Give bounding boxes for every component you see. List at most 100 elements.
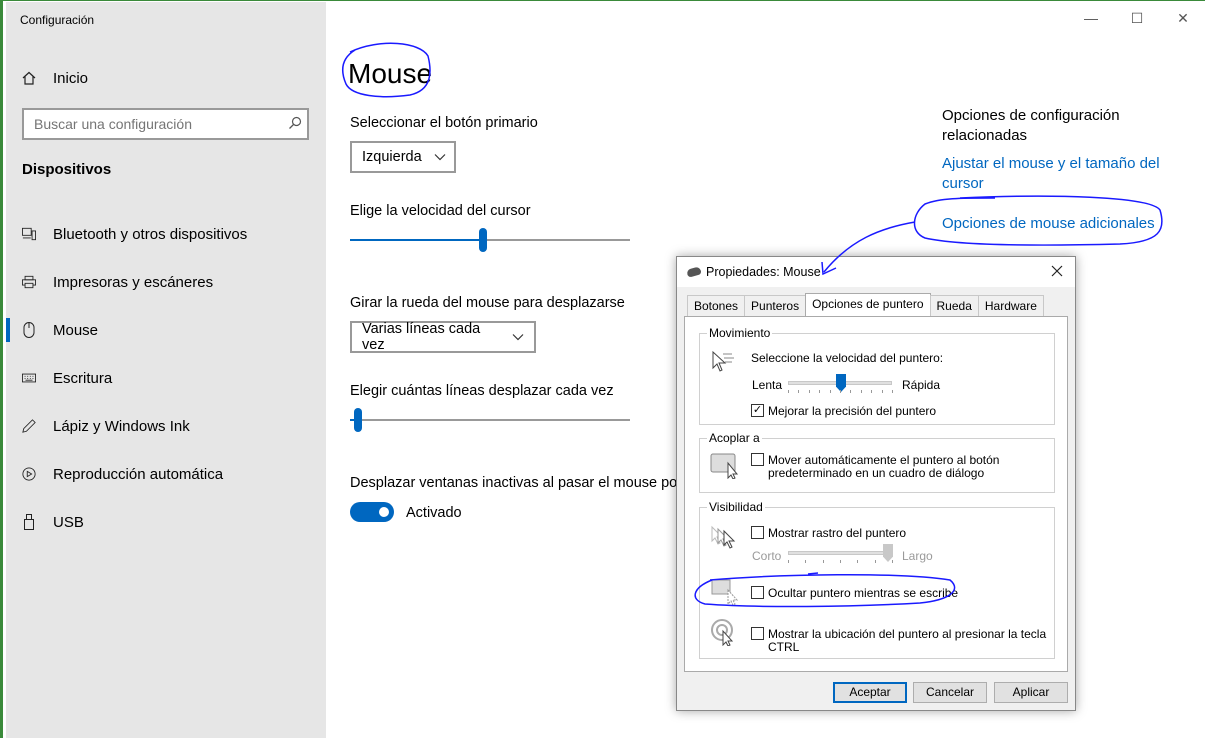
snap-to-icon	[710, 453, 739, 479]
slow-label: Lenta	[752, 378, 783, 392]
sidebar-item-label: Bluetooth y otros dispositivos	[53, 225, 248, 243]
slider-tick	[805, 560, 806, 563]
slider-tick	[830, 390, 831, 393]
slider-tick	[850, 390, 851, 393]
sidebar-item-typing[interactable]: Escritura	[6, 354, 326, 402]
inactive-scroll-toggle[interactable]	[350, 502, 394, 522]
sidebar-item-bluetooth[interactable]: Bluetooth y otros dispositivos	[6, 210, 326, 258]
inactive-scroll-label: Desplazar ventanas inactivas al pasar el…	[350, 475, 678, 491]
apply-button[interactable]: Aplicar	[994, 682, 1068, 703]
bluetooth-devices-icon	[22, 226, 36, 242]
dialog-tabs: Botones Punteros Opciones de puntero Rue…	[687, 293, 1044, 316]
snap-group: Acoplar a Mover automáticamente el punte…	[699, 431, 1055, 493]
slider-ticks	[788, 390, 893, 394]
nav-list: Bluetooth y otros dispositivos Impresora…	[6, 210, 326, 546]
dialog-title-bar: Propiedades: Mouse	[677, 257, 1075, 287]
group-title: Acoplar a	[707, 431, 762, 445]
wheel-dropdown[interactable]: Varias líneas cada vez	[350, 321, 536, 353]
sidebar-item-label: Reproducción automática	[53, 465, 224, 483]
slider-tick	[788, 390, 789, 393]
dialog-title: Propiedades: Mouse	[706, 265, 821, 279]
primary-button-dropdown[interactable]: Izquierda	[350, 141, 456, 173]
nav-home[interactable]: Inicio	[22, 66, 88, 90]
dropdown-value: Izquierda	[362, 149, 422, 165]
cancel-button[interactable]: Cancelar	[913, 682, 987, 703]
slider-tick	[875, 560, 876, 563]
mouse-icon	[686, 266, 702, 278]
slider-tick	[882, 390, 883, 393]
toggle-knob	[379, 507, 389, 517]
slider-tick	[788, 560, 789, 563]
slider-thumb[interactable]	[479, 228, 487, 252]
movement-group: Movimiento Seleccione la velocidad del p…	[699, 326, 1055, 425]
trail-checkbox[interactable]	[751, 526, 764, 539]
search-input[interactable]	[22, 108, 309, 140]
search-icon[interactable]	[288, 116, 304, 132]
cursor-speed-label: Elige la velocidad del cursor	[350, 203, 531, 219]
sidebar-item-mouse[interactable]: Mouse	[6, 306, 326, 354]
keyboard-icon	[22, 370, 36, 386]
tab-wheel[interactable]: Rueda	[929, 295, 979, 316]
pointer-speed-slider[interactable]	[788, 374, 892, 392]
precision-checkbox[interactable]: ✓	[751, 404, 764, 417]
tab-hardware[interactable]: Hardware	[977, 295, 1044, 316]
slider-tick	[857, 560, 858, 563]
related-settings-title: Opciones de configuración relacionadas	[942, 107, 1120, 144]
speed-label: Seleccione la velocidad del puntero:	[751, 351, 944, 365]
fast-label: Rápida	[902, 378, 941, 392]
home-icon	[22, 70, 36, 86]
slider-ticks	[788, 560, 893, 564]
toggle-state-label: Activado	[406, 505, 462, 521]
tab-buttons[interactable]: Botones	[687, 295, 746, 316]
nav-home-label: Inicio	[53, 69, 89, 87]
sidebar-item-label: Escritura	[53, 369, 113, 387]
chevron-down-icon	[434, 150, 446, 164]
pen-icon	[22, 418, 36, 434]
cursor-speed-slider[interactable]	[350, 228, 630, 252]
sidebar-item-usb[interactable]: USB	[6, 498, 326, 546]
ok-button[interactable]: Aceptar	[833, 682, 907, 703]
slider-tick	[892, 560, 893, 563]
ctrl-location-checkbox[interactable]	[751, 627, 764, 640]
wheel-label: Girar la rueda del mouse para desplazars…	[350, 295, 625, 311]
slider-tick	[809, 390, 810, 393]
group-title: Movimiento	[707, 326, 773, 340]
app-title: Configuración	[20, 13, 95, 27]
sidebar-item-printers[interactable]: Impresoras y escáneres	[6, 258, 326, 306]
slider-tick	[798, 390, 799, 393]
section-title: Dispositivos	[22, 161, 112, 178]
lines-label: Elegir cuántas líneas desplazar cada vez	[350, 383, 614, 399]
snap-checkbox[interactable]	[751, 453, 764, 466]
pointer-speed-icon	[712, 350, 734, 372]
sidebar: Inicio Dispositivos Bluetooth y otros di…	[6, 2, 326, 738]
autoplay-icon	[22, 466, 36, 482]
slider-tick	[871, 390, 872, 393]
mouse-icon	[22, 322, 36, 338]
trail-label: Mostrar rastro del puntero	[768, 526, 907, 540]
tab-pointers[interactable]: Punteros	[744, 295, 807, 316]
ctrl-location-label: Mostrar la ubicación del puntero al pres…	[768, 627, 1047, 654]
sidebar-item-autoplay[interactable]: Reproducción automática	[6, 450, 326, 498]
slider-tick	[819, 390, 820, 393]
sidebar-item-label: Impresoras y escáneres	[53, 273, 214, 291]
slider-tick	[861, 390, 862, 393]
adjust-mouse-cursor-link[interactable]: Ajustar el mouse y el tamaño del cursor	[942, 154, 1182, 194]
slider-thumb[interactable]	[354, 408, 362, 432]
additional-mouse-options-link[interactable]: Opciones de mouse adicionales	[942, 214, 1182, 234]
sidebar-item-pen[interactable]: Lápiz y Windows Ink	[6, 402, 326, 450]
slider-tick	[823, 560, 824, 563]
hide-pointer-checkbox[interactable]	[751, 586, 764, 599]
usb-icon	[22, 514, 36, 530]
pointer-location-icon	[711, 619, 734, 646]
lines-slider[interactable]	[350, 408, 630, 432]
pointer-options-panel: Movimiento Seleccione la velocidad del p…	[684, 316, 1068, 672]
trail-length-slider[interactable]	[788, 544, 893, 562]
visibility-group: Visibilidad Mostrar rastro del puntero C…	[699, 500, 1055, 659]
slider-tick	[840, 560, 841, 563]
chevron-down-icon	[512, 330, 524, 344]
printer-icon	[22, 274, 36, 290]
close-icon[interactable]	[1047, 261, 1067, 282]
tab-pointer-options[interactable]: Opciones de puntero	[805, 293, 931, 316]
dropdown-value: Varias líneas cada vez	[362, 321, 481, 353]
sidebar-item-label: Mouse	[53, 321, 99, 339]
